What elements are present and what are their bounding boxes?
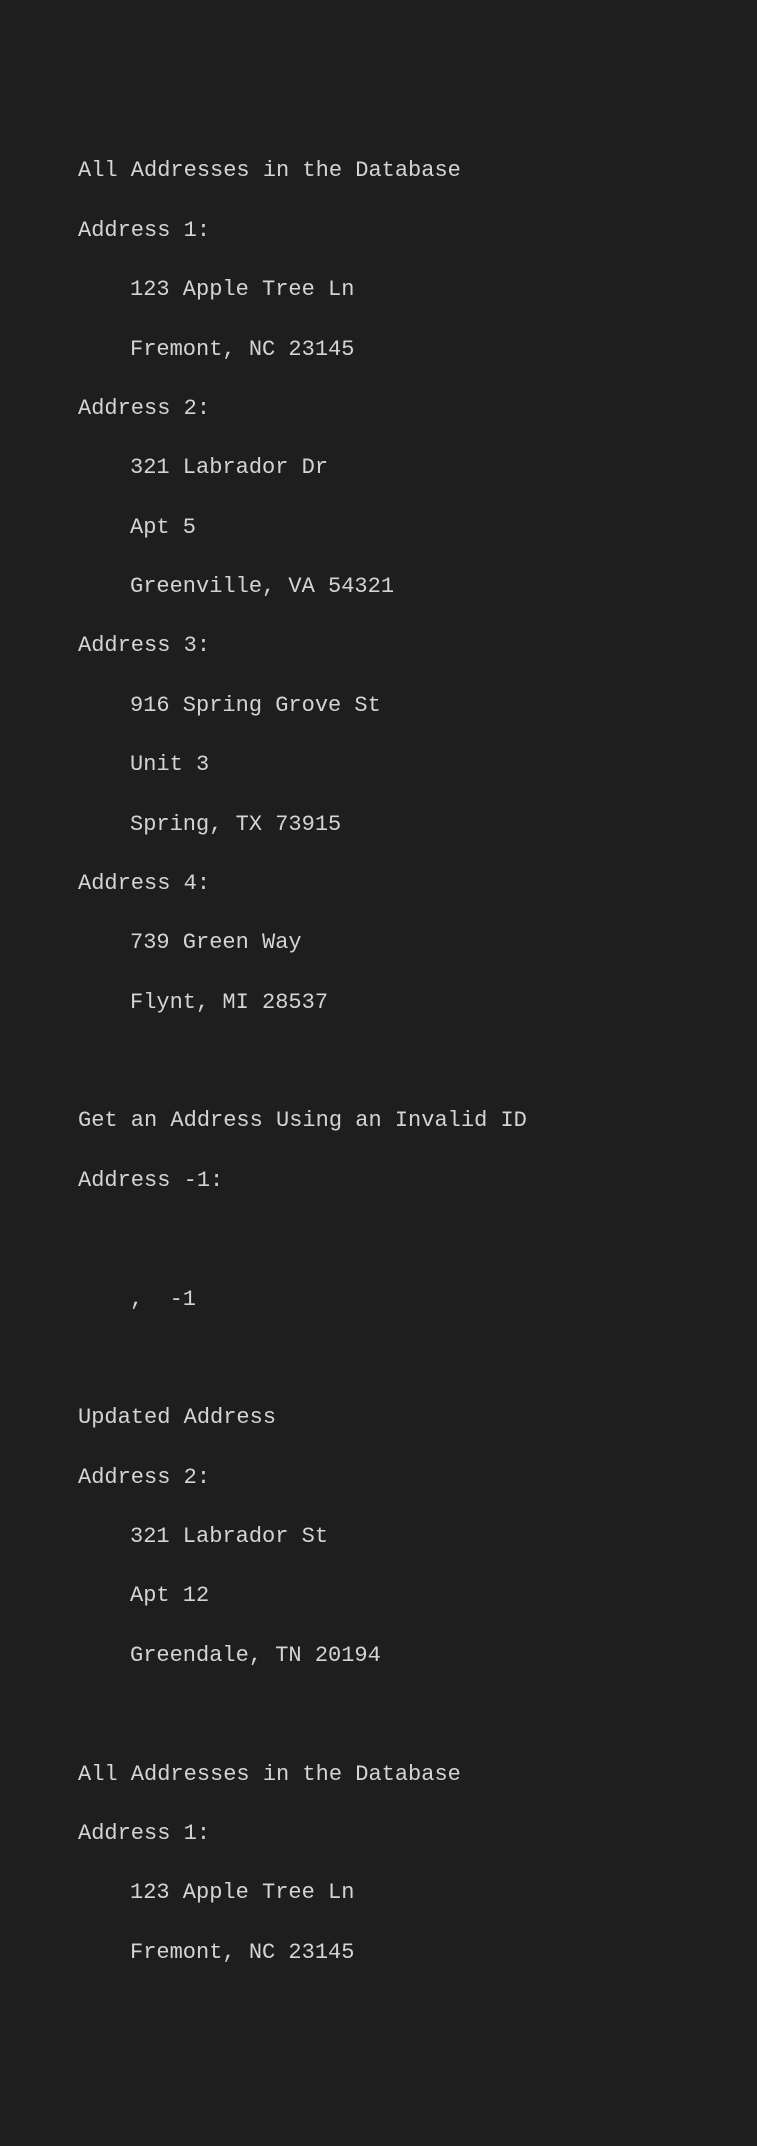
address-line: 916 Spring Grove St [78, 691, 757, 721]
blank-line [78, 1344, 757, 1374]
section-title: All Addresses in the Database [78, 156, 757, 186]
address-line: 123 Apple Tree Ln [78, 275, 757, 305]
blank-line [78, 1047, 757, 1077]
address-line: 321 Labrador St [78, 1522, 757, 1552]
invalid-result: , -1 [78, 1285, 757, 1315]
address-line: Greenville, VA 54321 [78, 572, 757, 602]
address-line: 739 Green Way [78, 928, 757, 958]
blank-line [78, 1700, 757, 1730]
address-label: Address -1: [78, 1166, 757, 1196]
terminal-output: All Addresses in the Database Address 1:… [78, 127, 757, 1997]
section-title: Updated Address [78, 1403, 757, 1433]
section-title: All Addresses in the Database [78, 1760, 757, 1790]
address-line: 123 Apple Tree Ln [78, 1878, 757, 1908]
address-label: Address 1: [78, 216, 757, 246]
address-line: 321 Labrador Dr [78, 453, 757, 483]
address-label: Address 2: [78, 394, 757, 424]
address-line: Apt 12 [78, 1581, 757, 1611]
address-line: Fremont, NC 23145 [78, 1938, 757, 1968]
address-label: Address 1: [78, 1819, 757, 1849]
address-line: Flynt, MI 28537 [78, 988, 757, 1018]
address-label: Address 4: [78, 869, 757, 899]
address-line: Greendale, TN 20194 [78, 1641, 757, 1671]
address-line: Apt 5 [78, 513, 757, 543]
address-label: Address 3: [78, 631, 757, 661]
section-title: Get an Address Using an Invalid ID [78, 1106, 757, 1136]
address-line: Spring, TX 73915 [78, 810, 757, 840]
address-line: Unit 3 [78, 750, 757, 780]
address-label: Address 2: [78, 1463, 757, 1493]
blank-line [78, 1225, 757, 1255]
address-line: Fremont, NC 23145 [78, 335, 757, 365]
